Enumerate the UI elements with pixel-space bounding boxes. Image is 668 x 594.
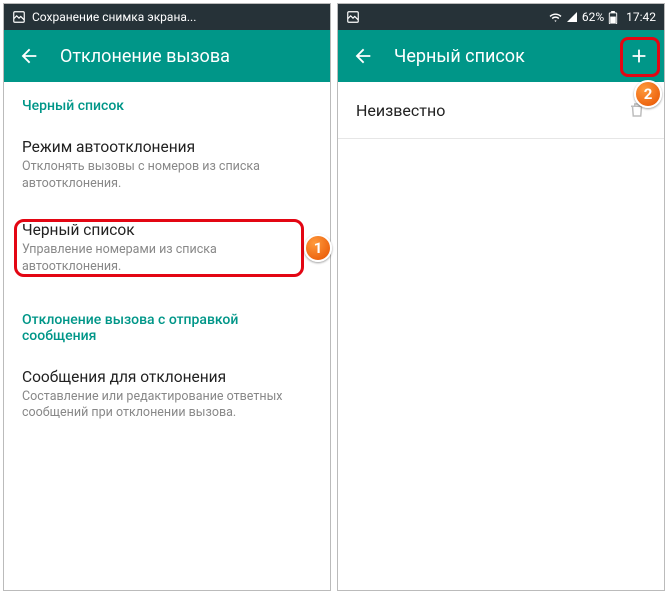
status-bar: 62% 17:42 [338, 4, 664, 30]
screenshot-icon [346, 10, 360, 24]
item-blacklist[interactable]: Черный список Управление номерами из спи… [4, 207, 330, 290]
list-item-unknown[interactable]: Неизвестно [338, 82, 664, 138]
item-title: Черный список [22, 221, 312, 239]
screenshot-icon [12, 10, 26, 24]
blacklist-content: Неизвестно [338, 82, 664, 590]
signal-icon [566, 11, 578, 23]
status-bar: Сохранение снимка экрана... [4, 4, 330, 30]
callout-1: 1 [304, 234, 332, 262]
callout-2: 2 [634, 80, 662, 108]
app-bar: Отклонение вызова [4, 30, 330, 82]
item-subtitle: Отклонять вызовы с номеров из списка авт… [22, 159, 312, 193]
item-title: Режим автоотклонения [22, 138, 312, 156]
battery-icon [608, 11, 618, 24]
back-arrow-icon[interactable] [352, 45, 374, 67]
settings-content: Черный список Режим автоотклонения Откло… [4, 82, 330, 590]
phone-screen-left: Сохранение снимка экрана... Отклонение в… [3, 3, 331, 591]
app-bar-title: Черный список [394, 46, 608, 67]
section-label-blacklist: Черный список [4, 82, 330, 124]
status-right: 62% 17:42 [549, 10, 656, 24]
battery-percent: 62% [582, 10, 604, 24]
add-icon[interactable] [628, 45, 650, 67]
app-bar: Черный список [338, 30, 664, 82]
phone-screen-right: 62% 17:42 Черный список Неизвестно 2 [337, 3, 665, 591]
item-auto-reject-mode[interactable]: Режим автоотклонения Отклонять вызовы с … [4, 124, 330, 207]
item-subtitle: Составление или редактирование ответных … [22, 389, 312, 423]
item-title: Сообщения для отклонения [22, 368, 312, 386]
item-reject-messages[interactable]: Сообщения для отклонения Составление или… [4, 354, 330, 437]
divider [338, 138, 664, 139]
wifi-icon [549, 11, 562, 24]
list-item-label: Неизвестно [356, 101, 445, 120]
status-text: Сохранение снимка экрана... [32, 10, 196, 24]
app-bar-title: Отклонение вызова [60, 46, 316, 67]
section-label-reject-msg: Отклонение вызова с отправкой сообщения [4, 290, 330, 354]
back-arrow-icon[interactable] [18, 45, 40, 67]
clock: 17:42 [626, 10, 656, 24]
item-subtitle: Управление номерами из списка автоотклон… [22, 242, 312, 276]
